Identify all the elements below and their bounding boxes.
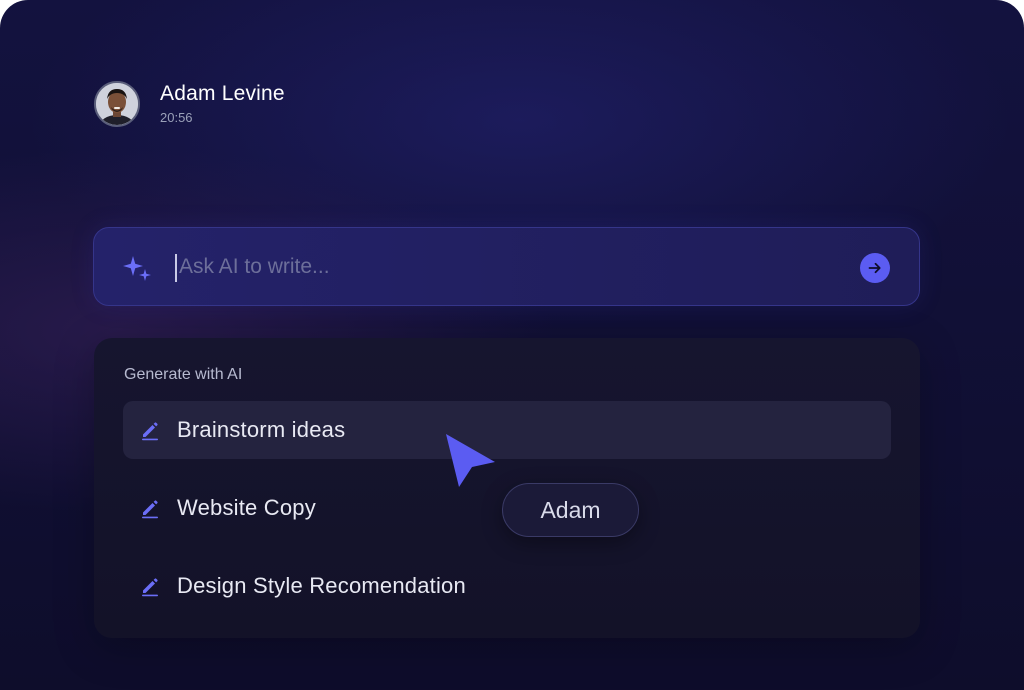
option-brainstorm-ideas[interactable]: Brainstorm ideas <box>123 401 891 459</box>
option-label: Design Style Recomendation <box>177 573 466 598</box>
option-design-style-recomendation[interactable]: Design Style Recomendation <box>123 557 891 615</box>
collaborator-cursor-icon <box>446 434 495 487</box>
user-info: Adam Levine 20:56 <box>160 81 285 127</box>
ai-prompt-box <box>93 227 920 306</box>
collaborator-name-tag: Adam <box>502 483 639 537</box>
app-window: Adam Levine 20:56 Generate with AI Brain… <box>0 0 1024 690</box>
message-time: 20:56 <box>160 110 193 125</box>
arrow-right-icon <box>868 262 881 274</box>
generate-panel: Generate with AI Brainstorm ideas Websit… <box>94 338 920 638</box>
panel-title: Generate with AI <box>124 366 243 383</box>
avatar-image <box>96 83 138 125</box>
send-button[interactable] <box>860 253 890 283</box>
pencil-icon <box>142 578 158 597</box>
pencil-icon <box>142 422 158 441</box>
option-label: Brainstorm ideas <box>177 417 346 442</box>
sparkle-icon <box>123 256 151 281</box>
user-header: Adam Levine 20:56 <box>94 81 285 127</box>
avatar <box>94 81 140 127</box>
pencil-icon <box>142 500 158 519</box>
user-name: Adam Levine <box>160 82 285 105</box>
ask-ai-input[interactable] <box>179 248 819 286</box>
text-caret <box>175 254 177 282</box>
option-label: Website Copy <box>177 495 316 520</box>
